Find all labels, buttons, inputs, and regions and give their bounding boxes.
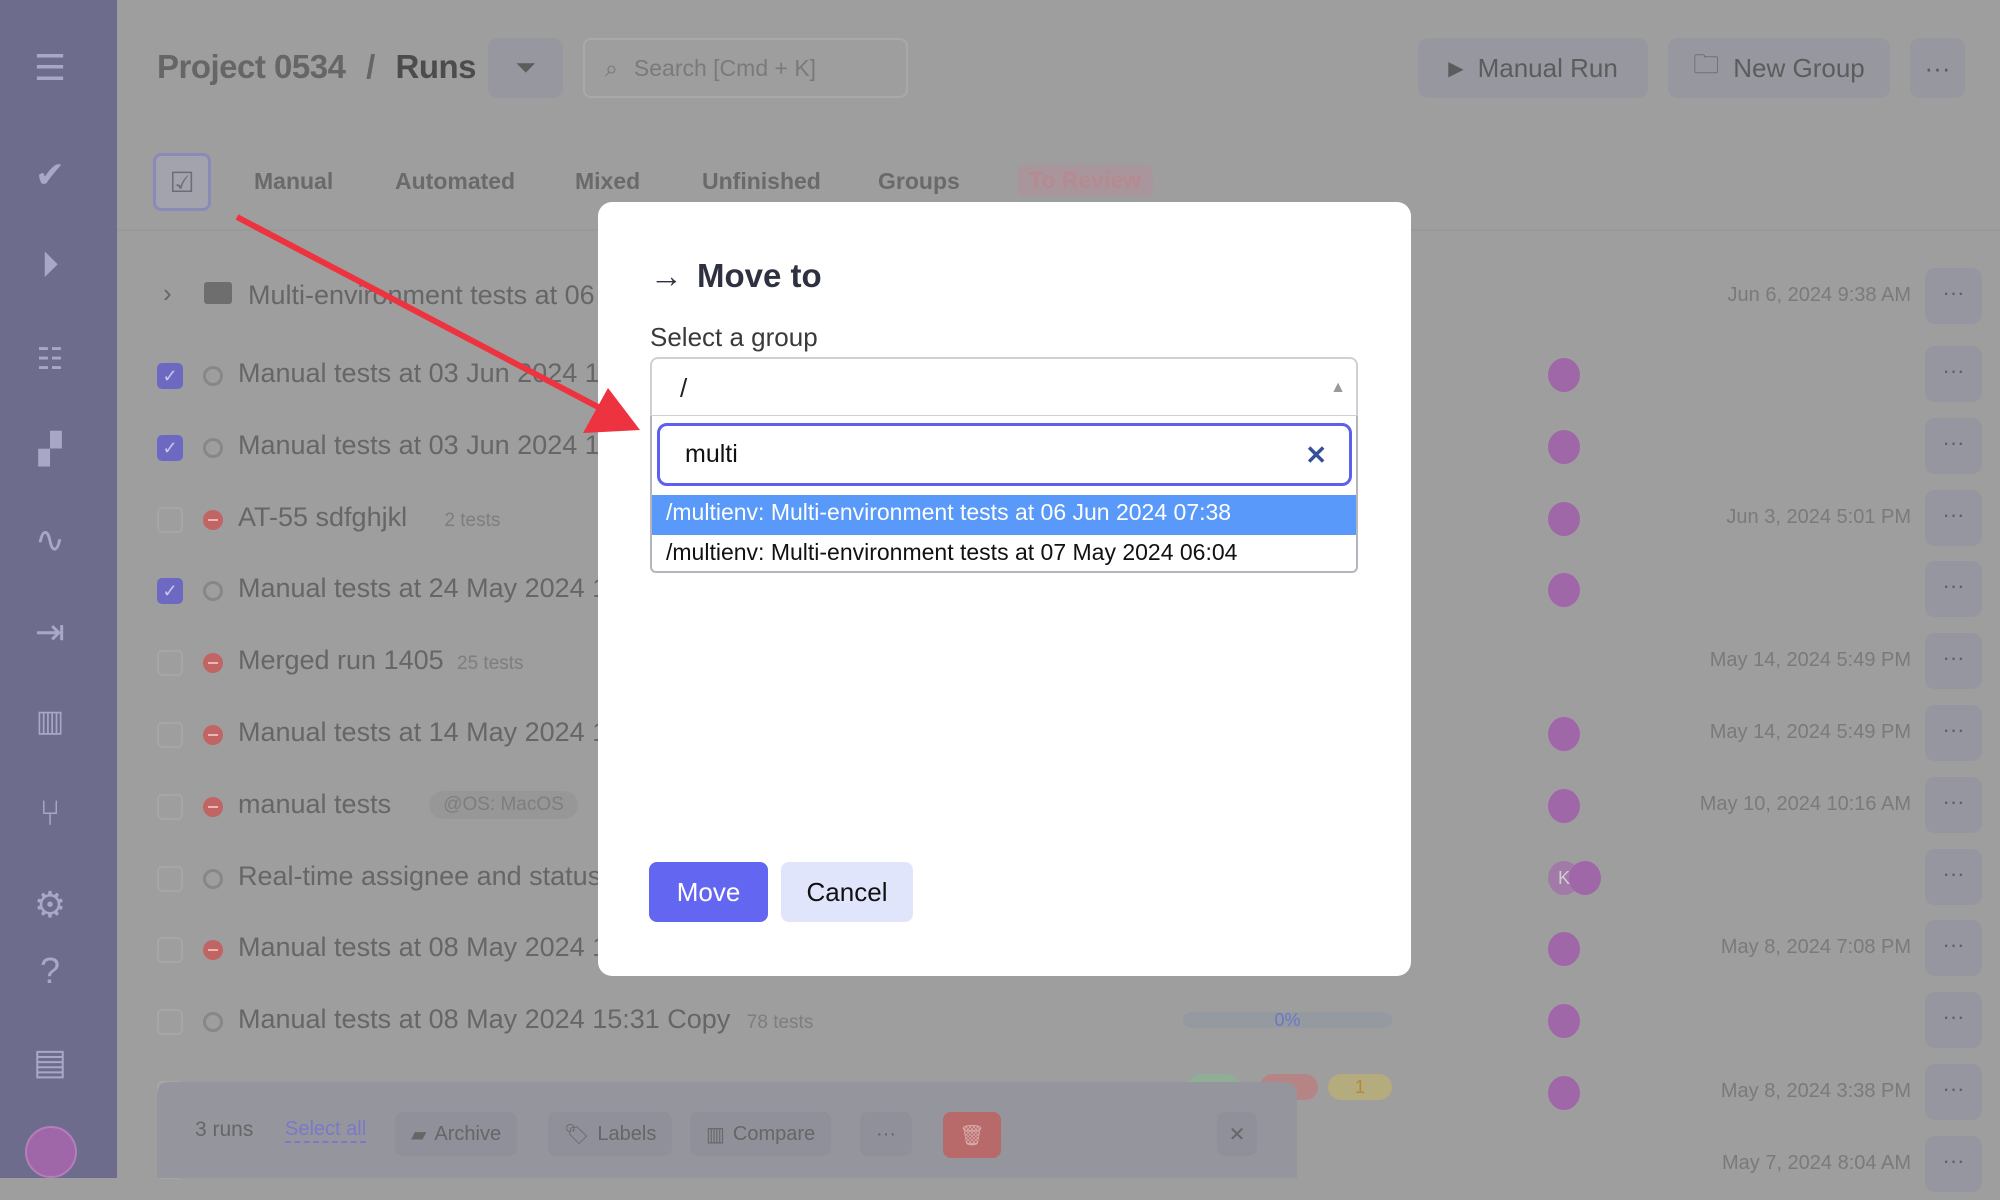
group-option[interactable]: /multienv: Multi-environment tests at 07…	[652, 535, 1356, 575]
group-dropdown: multi ✕ /multienv: Multi-environment test…	[650, 416, 1358, 573]
arrow-right-icon: →	[650, 257, 683, 294]
group-search-input[interactable]: multi ✕	[657, 423, 1352, 486]
move-button[interactable]: Move	[649, 862, 768, 922]
caret-up-icon: ▲	[1330, 379, 1346, 396]
cancel-button[interactable]: Cancel	[781, 862, 913, 922]
group-option[interactable]: /multienv: Multi-environment tests at 06…	[652, 495, 1356, 535]
dialog-title: → Move to	[650, 257, 822, 295]
dialog-title-text: Move to	[697, 257, 822, 294]
clear-search-icon[interactable]: ✕	[1305, 440, 1327, 471]
move-to-dialog: → Move to Select a group / ▲ multi ✕ /multi…	[598, 202, 1411, 976]
select-group-label: Select a group	[650, 322, 818, 352]
group-search-value: multi	[685, 440, 738, 468]
group-select[interactable]: / ▲	[650, 357, 1358, 417]
group-select-value: /	[680, 373, 688, 403]
